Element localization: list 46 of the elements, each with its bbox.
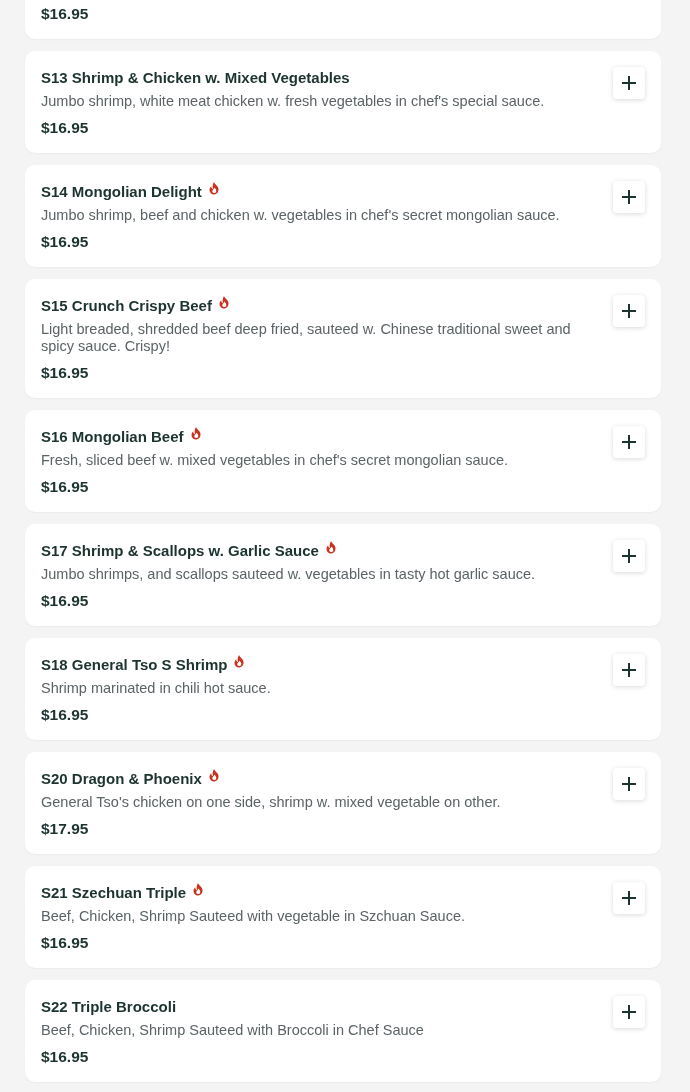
item-name: S21 Szechuan Triple (41, 883, 187, 901)
item-name: S13 Shrimp & Chicken w. Mixed Vegetables (41, 68, 350, 86)
item-price: $16.95 (41, 363, 90, 383)
add-button[interactable] (613, 295, 645, 327)
add-button[interactable] (613, 654, 645, 686)
add-button[interactable] (613, 181, 645, 213)
plus-icon (621, 1004, 637, 1020)
plus-icon (621, 434, 637, 450)
item-name: S17 Shrimp & Scallops w. Garlic Sauce (41, 541, 319, 559)
item-name: S15 Crunch Crispy Beef (41, 296, 212, 314)
item-description: General Tso's chicken on one side, shrimp w. mixed vegetable on other. (41, 794, 502, 811)
item-name: S22 Triple Broccoli (41, 997, 177, 1015)
add-button[interactable] (613, 67, 645, 99)
item-price: $16.95 (41, 591, 90, 611)
item-price: $16.95 (41, 1047, 90, 1067)
item-description: Shrimp marinated in chili hot sauce. (41, 680, 272, 697)
item-description: Beef, Chicken, Shrimp Sauteed with vegetable in Szchuan Sauce. (41, 908, 466, 925)
item-description: Fresh, sliced beef w. mixed vegetables in chef's secret mongolian sauce. (41, 452, 509, 469)
plus-icon (621, 662, 637, 678)
item-price: $16.95 (41, 232, 90, 252)
item-description: Jumbo shrimp, beef and chicken w. vegetables in chef's secret mongolian sauce. (41, 207, 561, 224)
item-price: $16.95 (41, 4, 90, 24)
item-price: $16.95 (41, 933, 90, 953)
item-price: $17.95 (41, 819, 90, 839)
plus-icon (621, 548, 637, 564)
item-description: Jumbo shrimp, white meat chicken w. fresh vegetables in chef's special sauce. (41, 93, 546, 110)
item-price: $16.95 (41, 705, 90, 725)
plus-icon (621, 75, 637, 91)
item-description: Light breaded, shredded beef deep fried, sauteed w. Chinese traditional sweet and spicy sauce. Crispy! (41, 321, 571, 355)
plus-icon (621, 890, 637, 906)
add-button[interactable] (613, 996, 645, 1028)
item-name: S18 General Tso S Shrimp (41, 655, 228, 673)
plus-icon (621, 303, 637, 319)
item-description: Jumbo shrimps, and scallops sauteed w. vegetables in tasty hot garlic sauce. (41, 566, 537, 583)
item-price: $16.95 (41, 118, 90, 138)
item-name: S20 Dragon & Phoenix (41, 769, 202, 787)
add-button[interactable] (613, 426, 645, 458)
plus-icon (621, 776, 637, 792)
item-price: $16.95 (41, 477, 90, 497)
add-button[interactable] (613, 540, 645, 572)
item-description: Beef, Chicken, Shrimp Sauteed with Broccoli in Chef Sauce (41, 1022, 425, 1039)
plus-icon (621, 189, 637, 205)
item-name: S16 Mongolian Beef (41, 427, 184, 445)
add-button[interactable] (613, 768, 645, 800)
add-button[interactable] (613, 882, 645, 914)
item-name: S14 Mongolian Delight (41, 182, 202, 200)
